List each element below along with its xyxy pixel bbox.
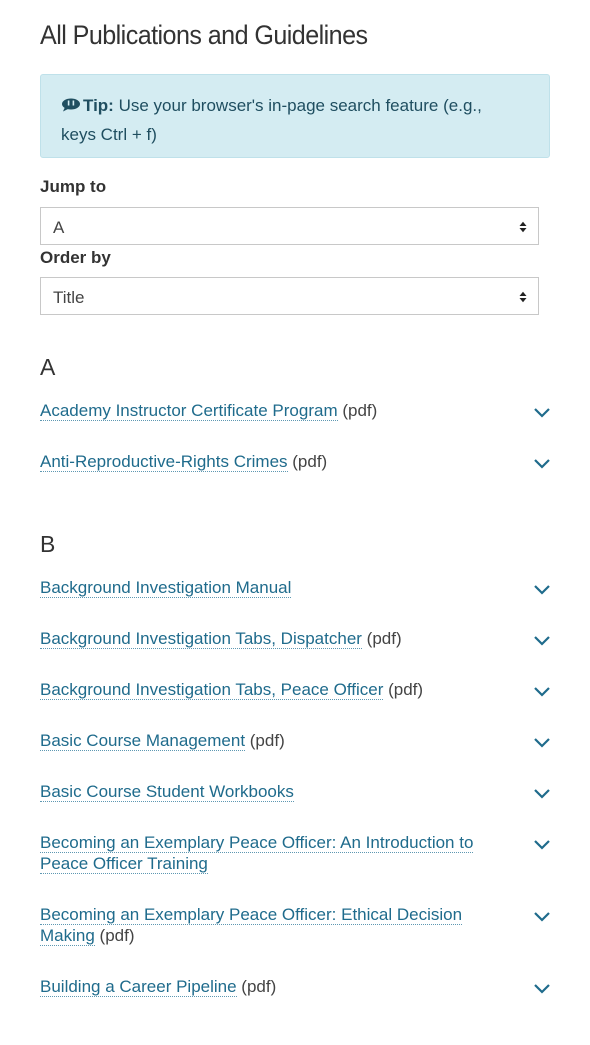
publication-link[interactable]: Building a Career Pipeline — [40, 977, 237, 997]
file-type-label: (pdf) — [337, 401, 378, 420]
file-type-label: (pdf) — [383, 680, 424, 699]
list-item: Building a Career Pipeline (pdf) — [40, 976, 552, 997]
publication-link[interactable]: Basic Course Management — [40, 731, 246, 751]
chevron-down-icon[interactable] — [532, 732, 552, 752]
chevron-down-icon[interactable] — [532, 453, 552, 473]
chevron-down-icon[interactable] — [532, 783, 552, 803]
section-heading-b: B — [40, 531, 56, 557]
chevron-down-icon[interactable] — [532, 834, 552, 854]
list-item: Academy Instructor Certificate Program (… — [40, 400, 552, 421]
file-type-label: (pdf) — [236, 977, 277, 996]
list-item: Background Investigation Tabs, Dispatche… — [40, 628, 552, 649]
list-item: Background Investigation Tabs, Peace Off… — [40, 679, 552, 700]
comment-icon — [61, 93, 81, 121]
file-type-label: (pdf) — [361, 629, 402, 648]
order-by-select[interactable]: Title — [40, 277, 539, 315]
chevron-down-icon[interactable] — [532, 681, 552, 701]
publication-link[interactable]: Becoming an Exemplary Peace Officer: An … — [40, 833, 474, 874]
jump-to-label: Jump to — [40, 177, 107, 196]
chevron-down-icon[interactable] — [532, 402, 552, 422]
publication-link[interactable]: Background Investigation Tabs, Dispatche… — [40, 629, 362, 649]
list-item: Basic Course Student Workbooks — [40, 781, 552, 802]
chevron-down-icon[interactable] — [532, 906, 552, 926]
chevron-down-icon[interactable] — [532, 630, 552, 650]
list-item: Background Investigation Manual — [40, 577, 552, 598]
file-type-label: (pdf) — [94, 926, 135, 945]
tip-label: Tip: — [83, 96, 114, 115]
publication-link[interactable]: Background Investigation Manual — [40, 578, 292, 598]
publication-link[interactable]: Background Investigation Tabs, Peace Off… — [40, 680, 384, 700]
file-type-label: (pdf) — [287, 452, 328, 471]
tip-text: Use your browser's in-page search featur… — [61, 96, 482, 144]
chevron-down-icon[interactable] — [532, 579, 552, 599]
publication-link[interactable]: Basic Course Student Workbooks — [40, 782, 294, 802]
publication-link[interactable]: Academy Instructor Certificate Program — [40, 401, 338, 421]
page-title: All Publications and Guidelines — [40, 20, 368, 50]
select-arrows-icon — [519, 291, 527, 303]
file-type-label: (pdf) — [245, 731, 285, 750]
order-by-value: Title — [53, 288, 85, 307]
jump-to-value: A — [53, 218, 65, 237]
tip-callout: Tip: Use your browser's in-page search f… — [40, 74, 550, 158]
section-heading-a: A — [40, 354, 56, 380]
list-item: Anti-Reproductive-Rights Crimes (pdf) — [40, 451, 552, 472]
order-by-label: Order by — [40, 248, 111, 267]
publication-link[interactable]: Anti-Reproductive-Rights Crimes — [40, 452, 288, 472]
jump-to-select[interactable]: A — [40, 207, 539, 245]
list-item: Becoming an Exemplary Peace Officer: Eth… — [40, 904, 552, 946]
list-item: Becoming an Exemplary Peace Officer: An … — [40, 832, 552, 874]
list-item: Basic Course Management (pdf) — [40, 730, 552, 751]
select-arrows-icon — [519, 221, 527, 233]
chevron-down-icon[interactable] — [532, 978, 552, 998]
